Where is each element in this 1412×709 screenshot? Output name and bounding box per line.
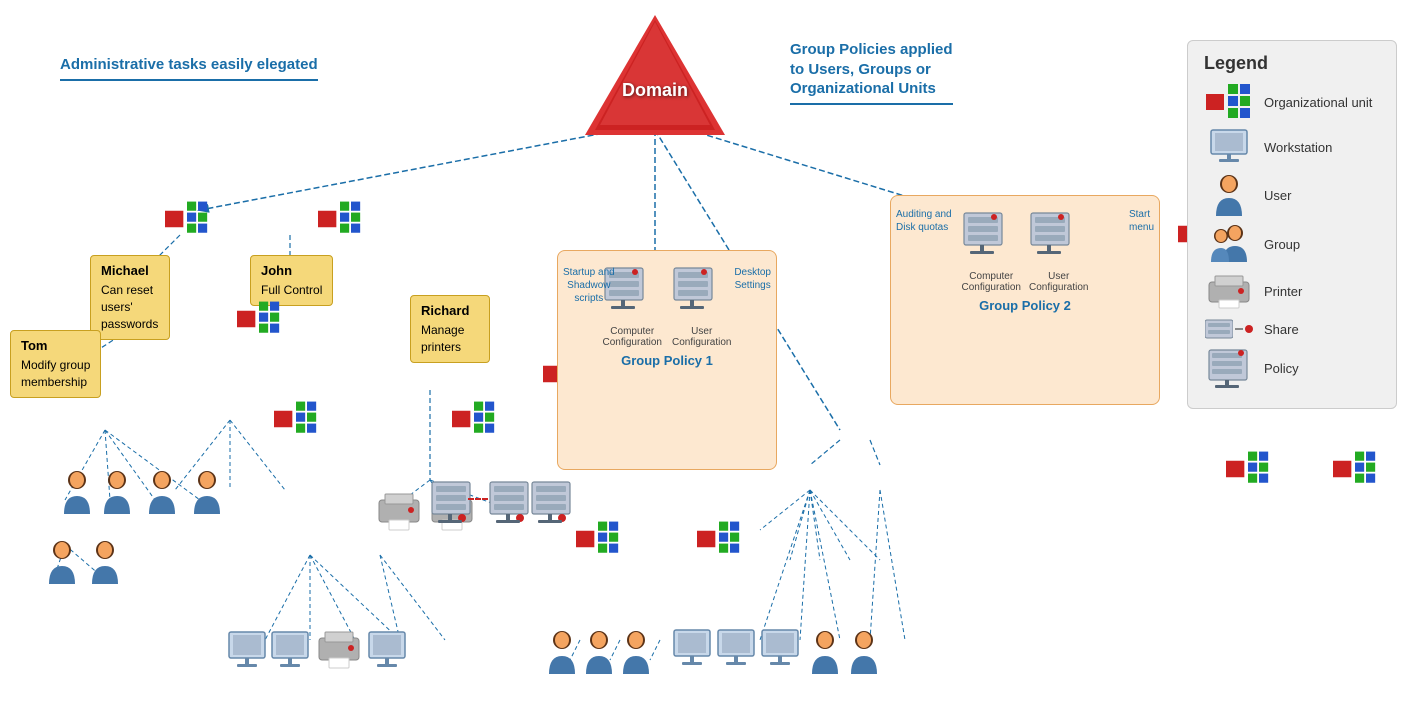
- legend-ou: Organizational unit: [1204, 84, 1380, 120]
- group-policies-title: Group Policies appliedto Users, Groups o…: [790, 40, 953, 109]
- user-icon-6: [88, 540, 122, 589]
- gp1-uc-label: UserConfiguration: [672, 326, 731, 348]
- gp1-label: Group Policy 1: [568, 353, 766, 368]
- share-line: [468, 496, 488, 500]
- domain-node: Domain: [585, 10, 725, 140]
- legend-panel: Legend Organizational unit Wor: [1187, 40, 1397, 409]
- printer-richard-1: [375, 490, 423, 539]
- gp1-server-right: UserConfiguration: [672, 266, 731, 348]
- legend-user-icon: [1204, 174, 1254, 216]
- gp2-server-right: UserConfiguration: [1029, 211, 1088, 293]
- gp1-box: ComputerConfiguration UserConfiguration …: [557, 250, 777, 470]
- user-icon-3: [145, 470, 179, 519]
- ou-top-left2: [318, 200, 362, 238]
- legend-title: Legend: [1204, 53, 1380, 74]
- user-r-4: [808, 630, 842, 679]
- server-middle-1: [430, 480, 480, 529]
- tom-box: Tom Modify groupmembership: [10, 330, 101, 398]
- domain-label: Domain: [622, 80, 688, 101]
- legend-share-icon: [1204, 318, 1254, 340]
- ou-ll1: [274, 400, 318, 438]
- gp1-cc-label: ComputerConfiguration: [603, 326, 662, 348]
- legend-user: User: [1204, 174, 1380, 216]
- ws-r-3: [758, 628, 802, 677]
- ou-top-left: [165, 200, 209, 238]
- printer-bottom-1: [315, 628, 363, 677]
- legend-group: Group: [1204, 224, 1380, 264]
- legend-group-icon: [1204, 224, 1254, 264]
- gp1-desktop-label: DesktopSettings: [734, 266, 771, 292]
- gp2-start-label: Startmenu: [1129, 208, 1154, 234]
- gp2-box: ComputerConfiguration UserConfiguration …: [890, 195, 1160, 405]
- richard-box: Richard Manageprinters: [410, 295, 490, 363]
- legend-printer-icon: [1204, 272, 1254, 310]
- ou-bl1: [576, 520, 620, 558]
- legend-ou-label: Organizational unit: [1264, 95, 1372, 110]
- michael-box: Michael Can resetusers'passwords: [90, 255, 170, 340]
- gp2-uc-label: UserConfiguration: [1029, 271, 1088, 293]
- legend-share-label: Share: [1264, 322, 1299, 337]
- user-icon-1: [60, 470, 94, 519]
- legend-policy-icon: [1204, 348, 1254, 388]
- user-icon-5: [45, 540, 79, 589]
- ou-bl2: [697, 520, 741, 558]
- ws-3: [365, 630, 409, 679]
- legend-printer: Printer: [1204, 272, 1380, 310]
- gp2-server-left: ComputerConfiguration: [962, 211, 1021, 293]
- legend-share: Share: [1204, 318, 1380, 340]
- user-icon-2: [100, 470, 134, 519]
- legend-group-label: Group: [1264, 237, 1300, 252]
- legend-ws-label: Workstation: [1264, 140, 1332, 155]
- user-r-5: [847, 630, 881, 679]
- gp2-label: Group Policy 2: [901, 298, 1149, 313]
- legend-user-label: User: [1264, 188, 1291, 203]
- user-r-1: [545, 630, 579, 679]
- ws-r-2: [714, 628, 758, 677]
- legend-policy-label: Policy: [1264, 361, 1299, 376]
- gp2-audit-label: Auditing andDisk quotas: [896, 208, 952, 234]
- user-r-3: [619, 630, 653, 679]
- legend-ws-icon: [1204, 128, 1254, 166]
- gp1-startup-label: Startup andShadwowscripts: [563, 266, 615, 305]
- ou-mid-left: [237, 300, 281, 338]
- admin-tasks-title: Administrative tasks easily elegated: [60, 55, 318, 85]
- legend-policy: Policy: [1204, 348, 1380, 388]
- ou-right-mid2: [1333, 450, 1377, 488]
- legend-workstation: Workstation: [1204, 128, 1380, 166]
- gp2-cc-label: ComputerConfiguration: [962, 271, 1021, 293]
- ws-r-1: [670, 628, 714, 677]
- legend-printer-label: Printer: [1264, 284, 1302, 299]
- user-r-2: [582, 630, 616, 679]
- legend-ou-icon: [1204, 84, 1254, 120]
- ou-ll2: [452, 400, 496, 438]
- ws-2: [268, 630, 312, 679]
- ws-1: [225, 630, 269, 679]
- server-middle-3: [530, 480, 580, 529]
- ou-right-mid1: [1226, 450, 1270, 488]
- user-icon-4: [190, 470, 224, 519]
